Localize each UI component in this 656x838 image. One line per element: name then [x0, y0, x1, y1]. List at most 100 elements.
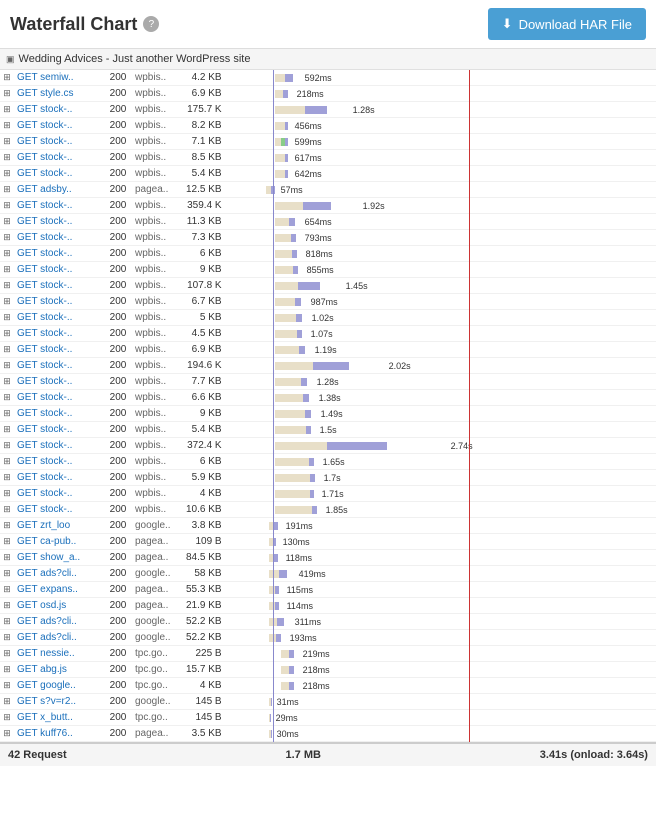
row-name[interactable]: GET stock-.. — [14, 502, 104, 518]
row-name[interactable]: GET stock-.. — [14, 374, 104, 390]
row-expand[interactable]: ⊞ — [0, 70, 14, 86]
row-expand[interactable]: ⊞ — [0, 566, 14, 582]
row-name[interactable]: GET s?v=r2.. — [14, 694, 104, 710]
row-name[interactable]: GET ads?cli.. — [14, 566, 104, 582]
row-name[interactable]: GET stock-.. — [14, 454, 104, 470]
row-expand[interactable]: ⊞ — [0, 518, 14, 534]
row-name[interactable]: GET stock-.. — [14, 358, 104, 374]
row-expand[interactable]: ⊞ — [0, 246, 14, 262]
row-name[interactable]: GET kuff76.. — [14, 726, 104, 742]
table-row[interactable]: ⊞GET stock-..200wpbis..7.3 KB793ms — [0, 230, 656, 246]
table-row[interactable]: ⊞GET osd.js200pagea..21.9 KB114ms — [0, 598, 656, 614]
row-expand[interactable]: ⊞ — [0, 358, 14, 374]
table-row[interactable]: ⊞GET semiw..200wpbis..4.2 KB592ms — [0, 70, 656, 86]
table-row[interactable]: ⊞GET stock-..200wpbis..9 KB855ms — [0, 262, 656, 278]
row-name[interactable]: GET stock-.. — [14, 390, 104, 406]
row-expand[interactable]: ⊞ — [0, 550, 14, 566]
row-expand[interactable]: ⊞ — [0, 182, 14, 198]
row-name[interactable]: GET stock-.. — [14, 150, 104, 166]
row-name[interactable]: GET google.. — [14, 678, 104, 694]
row-expand[interactable]: ⊞ — [0, 422, 14, 438]
row-expand[interactable]: ⊞ — [0, 134, 14, 150]
table-row[interactable]: ⊞GET stock-..200wpbis..5.4 KB642ms — [0, 166, 656, 182]
row-name[interactable]: GET stock-.. — [14, 310, 104, 326]
row-expand[interactable]: ⊞ — [0, 342, 14, 358]
table-row[interactable]: ⊞GET nessie..200tpc.go..225 B219ms — [0, 646, 656, 662]
help-icon[interactable]: ? — [143, 16, 159, 32]
table-row[interactable]: ⊞GET stock-..200wpbis..5 KB1.02s — [0, 310, 656, 326]
table-row[interactable]: ⊞GET expans..200pagea..55.3 KB115ms — [0, 582, 656, 598]
row-expand[interactable]: ⊞ — [0, 198, 14, 214]
table-row[interactable]: ⊞GET stock-..200wpbis..5.4 KB1.5s — [0, 422, 656, 438]
table-row[interactable]: ⊞GET stock-..200wpbis..4.5 KB1.07s — [0, 326, 656, 342]
table-row[interactable]: ⊞GET stock-..200wpbis..5.9 KB1.7s — [0, 470, 656, 486]
row-name[interactable]: GET semiw.. — [14, 70, 104, 86]
table-row[interactable]: ⊞GET x_butt..200tpc.go..145 B29ms — [0, 710, 656, 726]
table-row[interactable]: ⊞GET stock-..200wpbis..372.4 K2.74s — [0, 438, 656, 454]
table-row[interactable]: ⊞GET stock-..200wpbis..8.5 KB617ms — [0, 150, 656, 166]
row-expand[interactable]: ⊞ — [0, 534, 14, 550]
table-row[interactable]: ⊞GET stock-..200wpbis..6 KB1.65s — [0, 454, 656, 470]
row-expand[interactable]: ⊞ — [0, 230, 14, 246]
table-row[interactable]: ⊞GET adsby..200pagea..12.5 KB57ms — [0, 182, 656, 198]
row-expand[interactable]: ⊞ — [0, 598, 14, 614]
row-name[interactable]: GET stock-.. — [14, 214, 104, 230]
row-expand[interactable]: ⊞ — [0, 710, 14, 726]
row-expand[interactable]: ⊞ — [0, 374, 14, 390]
row-name[interactable]: GET style.cs — [14, 86, 104, 102]
row-name[interactable]: GET x_butt.. — [14, 710, 104, 726]
table-row[interactable]: ⊞GET stock-..200wpbis..8.2 KB456ms — [0, 118, 656, 134]
row-name[interactable]: GET ads?cli.. — [14, 614, 104, 630]
row-expand[interactable]: ⊞ — [0, 726, 14, 742]
download-har-button[interactable]: ⬇ Download HAR File — [488, 8, 646, 40]
table-row[interactable]: ⊞GET ca-pub..200pagea..109 B130ms — [0, 534, 656, 550]
row-name[interactable]: GET stock-.. — [14, 230, 104, 246]
row-name[interactable]: GET ads?cli.. — [14, 630, 104, 646]
row-name[interactable]: GET stock-.. — [14, 470, 104, 486]
table-row[interactable]: ⊞GET zrt_loo200google..3.8 KB191ms — [0, 518, 656, 534]
table-row[interactable]: ⊞GET ads?cli..200google..52.2 KB193ms — [0, 630, 656, 646]
row-expand[interactable]: ⊞ — [0, 502, 14, 518]
site-expand-icon[interactable]: ▣ — [6, 54, 15, 65]
table-row[interactable]: ⊞GET stock-..200wpbis..6.9 KB1.19s — [0, 342, 656, 358]
table-row[interactable]: ⊞GET ads?cli..200google..58 KB419ms — [0, 566, 656, 582]
row-expand[interactable]: ⊞ — [0, 278, 14, 294]
row-expand[interactable]: ⊞ — [0, 390, 14, 406]
table-row[interactable]: ⊞GET stock-..200wpbis..11.3 KB654ms — [0, 214, 656, 230]
table-row[interactable]: ⊞GET kuff76..200pagea..3.5 KB30ms — [0, 726, 656, 742]
table-row[interactable]: ⊞GET stock-..200wpbis..175.7 K1.28s — [0, 102, 656, 118]
table-row[interactable]: ⊞GET google..200tpc.go..4 KB218ms — [0, 678, 656, 694]
table-row[interactable]: ⊞GET stock-..200wpbis..107.8 K1.45s — [0, 278, 656, 294]
table-row[interactable]: ⊞GET stock-..200wpbis..7.7 KB1.28s — [0, 374, 656, 390]
row-name[interactable]: GET ca-pub.. — [14, 534, 104, 550]
row-expand[interactable]: ⊞ — [0, 86, 14, 102]
row-expand[interactable]: ⊞ — [0, 150, 14, 166]
row-name[interactable]: GET abg.js — [14, 662, 104, 678]
row-expand[interactable]: ⊞ — [0, 102, 14, 118]
row-expand[interactable]: ⊞ — [0, 118, 14, 134]
row-name[interactable]: GET stock-.. — [14, 326, 104, 342]
row-name[interactable]: GET expans.. — [14, 582, 104, 598]
row-name[interactable]: GET stock-.. — [14, 134, 104, 150]
row-expand[interactable]: ⊞ — [0, 294, 14, 310]
row-name[interactable]: GET adsby.. — [14, 182, 104, 198]
row-name[interactable]: GET stock-.. — [14, 294, 104, 310]
row-expand[interactable]: ⊞ — [0, 166, 14, 182]
row-expand[interactable]: ⊞ — [0, 678, 14, 694]
row-name[interactable]: GET osd.js — [14, 598, 104, 614]
row-expand[interactable]: ⊞ — [0, 662, 14, 678]
table-row[interactable]: ⊞GET show_a..200pagea..84.5 KB118ms — [0, 550, 656, 566]
row-name[interactable]: GET stock-.. — [14, 406, 104, 422]
row-name[interactable]: GET stock-.. — [14, 262, 104, 278]
row-expand[interactable]: ⊞ — [0, 262, 14, 278]
row-name[interactable]: GET stock-.. — [14, 486, 104, 502]
table-row[interactable]: ⊞GET stock-..200wpbis..194.6 K2.02s — [0, 358, 656, 374]
row-expand[interactable]: ⊞ — [0, 214, 14, 230]
table-row[interactable]: ⊞GET stock-..200wpbis..6.6 KB1.38s — [0, 390, 656, 406]
row-expand[interactable]: ⊞ — [0, 614, 14, 630]
table-row[interactable]: ⊞GET stock-..200wpbis..9 KB1.49s — [0, 406, 656, 422]
table-row[interactable]: ⊞GET stock-..200wpbis..6.7 KB987ms — [0, 294, 656, 310]
table-row[interactable]: ⊞GET s?v=r2..200google..145 B31ms — [0, 694, 656, 710]
table-row[interactable]: ⊞GET stock-..200wpbis..6 KB818ms — [0, 246, 656, 262]
row-expand[interactable]: ⊞ — [0, 326, 14, 342]
